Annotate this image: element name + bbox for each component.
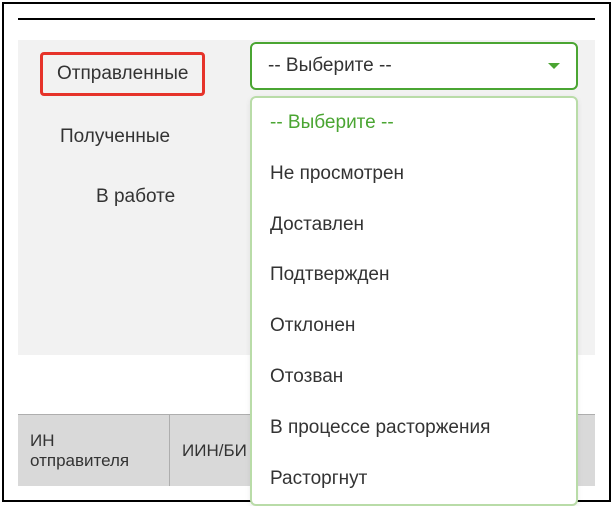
tab-received[interactable]: Полученные xyxy=(60,126,170,148)
tab-sent[interactable]: Отправленные xyxy=(40,52,205,96)
dropdown-option-placeholder[interactable]: -- Выберите -- xyxy=(252,98,576,149)
dropdown-option-terminated[interactable]: Расторгнут xyxy=(252,454,576,505)
dropdown-option-confirmed[interactable]: Подтвержден xyxy=(252,250,576,301)
dropdown-option-recalled[interactable]: Отозван xyxy=(252,352,576,403)
table-header-recipient-iin: ИИН/БИ xyxy=(170,415,260,486)
caret-down-icon xyxy=(548,63,560,69)
dropdown-option-in-termination[interactable]: В процессе расторжения xyxy=(252,403,576,454)
dropdown-toggle[interactable]: -- Выберите -- xyxy=(250,42,578,90)
dropdown-option-not-viewed[interactable]: Не просмотрен xyxy=(252,149,576,200)
tab-sent-label: Отправленные xyxy=(57,63,188,84)
status-dropdown: -- Выберите -- -- Выберите -- Не просмот… xyxy=(250,42,578,506)
dropdown-list: -- Выберите -- Не просмотрен Доставлен П… xyxy=(250,96,578,506)
dropdown-option-delivered[interactable]: Доставлен xyxy=(252,200,576,251)
top-divider xyxy=(18,18,595,20)
table-header-sender-iin: ИН отправителя xyxy=(18,415,170,486)
dropdown-selected-text: -- Выберите -- xyxy=(268,55,392,77)
tab-inwork[interactable]: В работе xyxy=(96,186,175,208)
dropdown-option-rejected[interactable]: Отклонен xyxy=(252,301,576,352)
